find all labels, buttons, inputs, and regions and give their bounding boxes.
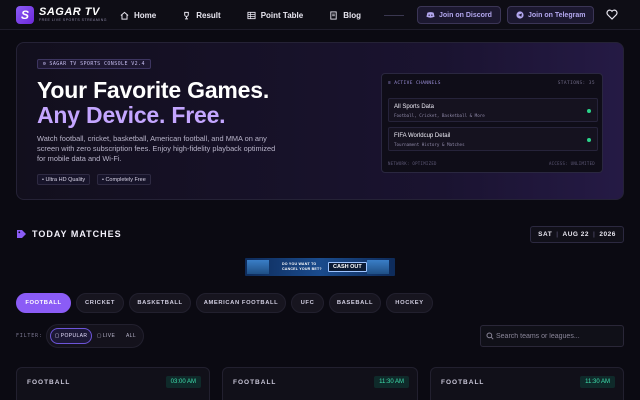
- date-separator: |: [556, 231, 559, 238]
- ad-cash-out-button[interactable]: CASH OUT: [328, 262, 367, 272]
- tag-icon: [17, 230, 26, 238]
- active-channels-console: ≡ ACTIVE CHANNELS STATIONS: 35 All Sport…: [381, 73, 603, 173]
- channel-item-subtitle: Tournament History & Matches: [394, 142, 465, 147]
- today-matches-title: TODAY MATCHES: [32, 229, 122, 239]
- nav-home[interactable]: Home: [120, 11, 156, 20]
- cash-out-ad-banner[interactable]: DO YOU WANT TO CANCEL YOUR BET? CASH OUT: [245, 258, 395, 276]
- document-icon: [330, 10, 337, 20]
- match-card-sport: FOOTBALL: [441, 379, 485, 386]
- trophy-icon: [184, 11, 190, 19]
- search-input[interactable]: [496, 332, 616, 340]
- channel-item-subtitle: Football, Cricket, Basketball & More: [394, 113, 485, 118]
- console-footer-access: ACCESS: UNLIMITED: [548, 161, 595, 166]
- nav-home-label: Home: [134, 10, 157, 20]
- search-box[interactable]: [480, 325, 624, 347]
- filter-live-label: LIVE: [102, 333, 116, 339]
- status-dot: [587, 109, 591, 113]
- filter-toggle-group: ▢ POPULAR ▢ LIVE ALL: [46, 324, 144, 348]
- search-icon: [486, 332, 494, 340]
- join-discord-button[interactable]: Join on Discord: [417, 6, 501, 24]
- match-card[interactable]: FOOTBALL 03:00 AM: [16, 367, 210, 400]
- nav-point-table[interactable]: Point Table: [247, 10, 304, 20]
- match-card-time: 11:30 AM: [580, 376, 615, 388]
- date-monthday: AUG 22: [562, 231, 590, 238]
- filter-live[interactable]: ▢ LIVE: [94, 328, 118, 344]
- match-card-time: 03:00 AM: [165, 376, 201, 388]
- tab-basketball[interactable]: BASKETBALL: [129, 293, 191, 313]
- nav-blog-label: Blog: [343, 10, 361, 20]
- table-icon: [247, 11, 256, 19]
- match-card-sport: FOOTBALL: [27, 379, 71, 386]
- status-dot: [587, 138, 591, 142]
- nav-divider: [384, 15, 404, 16]
- date-day: SAT: [538, 231, 553, 238]
- ad-text-line2: CANCEL YOUR BET?: [282, 266, 322, 271]
- hero-tag-free: • Completely Free: [97, 174, 151, 185]
- hero-section: ⚙ SAGAR TV SPORTS CONSOLE V2.4 Your Favo…: [16, 42, 624, 200]
- ad-player-image: [367, 260, 389, 274]
- filter-label: FILTER:: [16, 333, 43, 339]
- date-display: SAT | AUG 22 | 2026: [530, 226, 624, 243]
- console-header: ≡ ACTIVE CHANNELS: [388, 81, 441, 86]
- nav-result[interactable]: Result: [182, 10, 221, 20]
- join-telegram-label: Join on Telegram: [528, 11, 586, 19]
- hero-title-line1: Your Favorite Games.: [37, 77, 270, 103]
- console-stations: STATIONS: 35: [557, 81, 595, 86]
- gear-icon: ⚙: [43, 61, 47, 67]
- tab-ufc[interactable]: UFC: [291, 293, 324, 313]
- telegram-icon: [516, 11, 524, 19]
- join-telegram-button[interactable]: Join on Telegram: [507, 6, 595, 24]
- match-card[interactable]: FOOTBALL 11:30 AM: [430, 367, 624, 400]
- top-navbar: S SAGAR TV FREE LIVE SPORTS STREAMING Ho…: [0, 0, 640, 30]
- discord-icon: [426, 12, 435, 18]
- date-year: 2026: [599, 231, 616, 238]
- ad-text: DO YOU WANT TO CANCEL YOUR BET?: [282, 262, 322, 271]
- hero-badge: ⚙ SAGAR TV SPORTS CONSOLE V2.4: [37, 59, 151, 69]
- tab-hockey[interactable]: HOCKEY: [386, 293, 433, 313]
- tab-american-football[interactable]: AMERICAN FOOTBALL: [196, 293, 286, 313]
- today-matches-heading: TODAY MATCHES: [16, 229, 122, 239]
- nav-point-table-label: Point Table: [260, 10, 304, 20]
- brand-logo[interactable]: S SAGAR TV FREE LIVE SPORTS STREAMING: [16, 6, 107, 24]
- channel-item-title: All Sports Data: [394, 104, 435, 110]
- tab-cricket[interactable]: CRICKET: [76, 293, 124, 313]
- ad-text-line1: DO YOU WANT TO: [282, 262, 317, 266]
- brand-tagline: FREE LIVE SPORTS STREAMING: [39, 18, 107, 23]
- hero-description: Watch football, cricket, basketball, Ame…: [37, 134, 276, 163]
- hero-title-line2: Any Device. Free.: [37, 102, 226, 128]
- logo-icon: S: [16, 6, 34, 24]
- tab-baseball[interactable]: BASEBALL: [329, 293, 381, 313]
- match-card[interactable]: FOOTBALL 11:30 AM: [222, 367, 418, 400]
- channel-item-fifa[interactable]: FIFA Worldcup Detail Tournament History …: [388, 127, 598, 151]
- live-icon: ▢: [96, 333, 102, 339]
- ad-player-image: [247, 260, 269, 274]
- tab-football[interactable]: FOOTBALL: [16, 293, 71, 313]
- filter-popular-label: POPULAR: [60, 333, 88, 339]
- join-discord-label: Join on Discord: [439, 11, 492, 19]
- hero-tag-hd: • Ultra HD Quality: [37, 174, 91, 185]
- home-icon: [120, 11, 129, 20]
- channel-item-all-sports[interactable]: All Sports Data Football, Cricket, Baske…: [388, 98, 598, 122]
- nav-result-label: Result: [196, 10, 221, 20]
- channel-item-title: FIFA Worldcup Detail: [394, 133, 451, 139]
- filter-popular[interactable]: ▢ POPULAR: [50, 328, 92, 344]
- popular-icon: ▢: [54, 333, 60, 339]
- hero-badge-text: SAGAR TV SPORTS CONSOLE V2.4: [49, 61, 145, 67]
- nav-blog[interactable]: Blog: [329, 11, 361, 20]
- heart-icon[interactable]: [606, 9, 618, 20]
- console-footer-network: NETWORK: OPTIMIZED: [388, 161, 437, 166]
- brand-name: SAGAR TV: [39, 6, 100, 19]
- match-card-time: 11:30 AM: [374, 376, 409, 388]
- filter-all[interactable]: ALL: [120, 328, 142, 344]
- date-separator: |: [593, 231, 596, 238]
- match-card-sport: FOOTBALL: [233, 379, 277, 386]
